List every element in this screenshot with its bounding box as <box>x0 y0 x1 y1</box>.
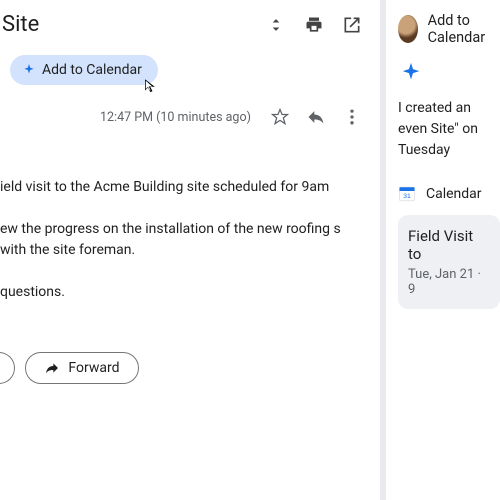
email-pane: Site Add to Calendar 12:47 PM (10 minute… <box>0 0 380 500</box>
timestamp: 12:47 PM (10 minutes ago) <box>0 110 251 125</box>
event-title: Field Visit to <box>408 227 490 263</box>
forward-button[interactable]: Forward <box>25 352 138 384</box>
email-body: ield visit to the Acme Building site sch… <box>0 127 370 304</box>
add-to-calendar-chip[interactable]: Add to Calendar <box>10 55 158 85</box>
calendar-icon: 31 <box>398 185 416 203</box>
body-line: ield visit to the Acme Building site sch… <box>0 177 360 199</box>
chip-label: Add to Calendar <box>42 62 142 78</box>
reply-button-partial[interactable]: l <box>0 352 15 384</box>
forward-arrow-icon <box>44 360 60 376</box>
email-header: Site <box>0 12 370 37</box>
body-line: ew the progress on the installation of t… <box>0 219 360 262</box>
expand-icon[interactable] <box>266 15 286 35</box>
assistant-text: I created an even Site" on Tuesday <box>398 98 500 161</box>
sparkle-icon <box>22 63 36 77</box>
email-subject: Site <box>0 12 266 37</box>
sparkle-icon <box>400 62 422 84</box>
svg-text:31: 31 <box>403 193 411 200</box>
avatar <box>398 15 418 43</box>
body-line: questions. <box>0 282 360 304</box>
side-panel: Add to Calendar I created an even Site" … <box>386 0 500 500</box>
calendar-label: Calendar <box>426 186 482 202</box>
cursor-icon <box>142 77 160 95</box>
header-actions <box>266 15 370 35</box>
reply-icon[interactable] <box>306 107 326 127</box>
side-header: Add to Calendar <box>398 12 500 46</box>
more-icon[interactable] <box>342 107 362 127</box>
email-meta: 12:47 PM (10 minutes ago) <box>0 85 370 127</box>
forward-label: Forward <box>68 360 119 376</box>
calendar-row[interactable]: 31 Calendar <box>398 179 500 209</box>
print-icon[interactable] <box>304 15 324 35</box>
side-title: Add to Calendar <box>428 12 500 46</box>
open-new-icon[interactable] <box>342 15 362 35</box>
event-time: Tue, Jan 21 · 9 <box>408 267 490 297</box>
event-card[interactable]: Field Visit to Tue, Jan 21 · 9 <box>398 215 500 309</box>
star-icon[interactable] <box>270 107 290 127</box>
email-actions: l Forward <box>0 352 370 384</box>
